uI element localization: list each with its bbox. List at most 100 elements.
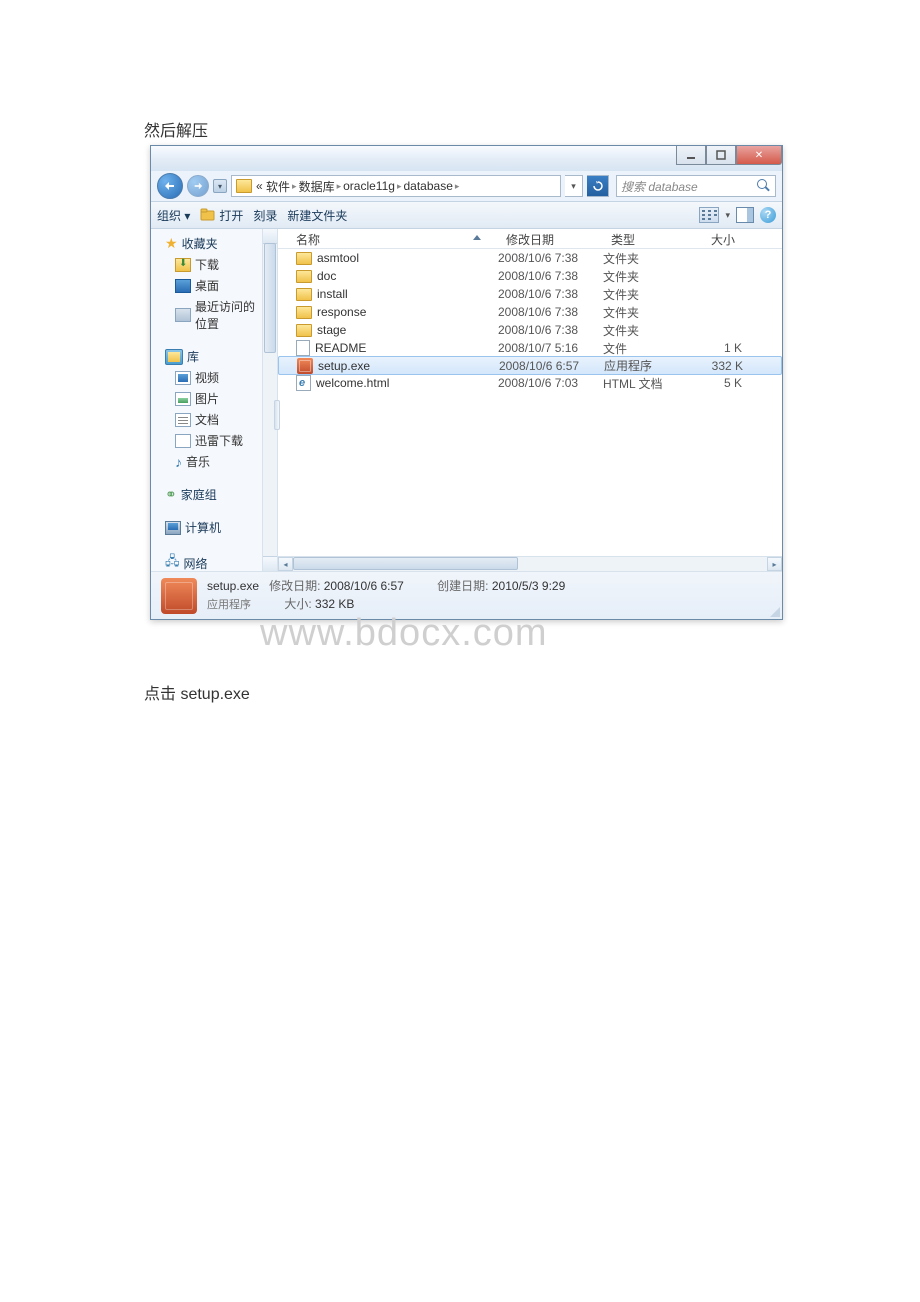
open-icon [200,207,216,223]
details-filename: setup.exe [207,579,259,593]
exe-icon [297,358,313,374]
back-button[interactable] [157,173,183,199]
html-icon [296,375,311,391]
column-size[interactable]: 大小 [695,229,750,248]
sidebar-favorites[interactable]: ★收藏夹 [165,233,261,254]
resize-grip[interactable] [768,605,780,617]
column-name[interactable]: 名称 [278,229,498,248]
bc-seg-chevron: « [256,179,263,193]
organize-button[interactable]: 组织 ▾ [157,207,190,224]
help-icon[interactable]: ? [760,207,776,223]
close-button[interactable]: ✕ [736,146,782,165]
file-type: HTML 文档 [603,375,695,392]
file-type: 文件 [603,340,695,357]
document-icon [175,413,191,427]
file-row[interactable]: welcome.html 2008/10/6 7:03 HTML 文档 5 K [278,374,782,392]
file-row[interactable]: setup.exe 2008/10/6 6:57 应用程序 332 K [278,356,782,375]
scrollbar-thumb[interactable] [264,243,276,353]
scroll-track[interactable] [293,557,767,571]
titlebar: ✕ [151,146,782,171]
file-type: 文件夹 [603,268,695,285]
bc-seg-oracle[interactable]: oracle11g [343,179,395,193]
library-icon [165,349,183,365]
file-type: 文件夹 [603,322,695,339]
newfolder-button[interactable]: 新建文件夹 [287,207,347,224]
sidebar-item-recent[interactable]: 最近访问的位置 [165,296,261,334]
breadcrumb[interactable]: « 软件 ▸ 数据库 ▸ oracle11g ▸ database ▸ [231,175,561,197]
maximize-button[interactable] [706,146,736,165]
column-date[interactable]: 修改日期 [498,229,603,248]
folder-icon [296,306,312,319]
sidebar-item-desktop[interactable]: 桌面 [165,275,261,296]
file-date: 2008/10/6 7:03 [498,376,603,390]
sidebar-item-music[interactable]: ♪音乐 [165,451,261,472]
file-size: 1 K [695,341,750,355]
file-size: 5 K [695,376,750,390]
folder-icon [296,324,312,337]
doc-text-below: 点击 setup.exe [144,680,250,704]
forward-button[interactable] [187,175,209,197]
file-row[interactable]: asmtool 2008/10/6 7:38 文件夹 [278,249,782,267]
horizontal-scrollbar[interactable]: ◂ ▸ [278,556,782,571]
sidebar-libraries[interactable]: 库 [165,346,261,367]
file-name: setup.exe [318,359,370,373]
search-input[interactable]: 搜索 database [616,175,776,197]
file-row[interactable]: install 2008/10/6 7:38 文件夹 [278,285,782,303]
sidebar-computer[interactable]: 计算机 [165,517,261,538]
column-headers: 名称 修改日期 类型 大小 [278,229,782,249]
details-mod-label: 修改日期: [269,579,320,593]
sidebar-item-pictures[interactable]: 图片 [165,388,261,409]
preview-pane-icon[interactable] [736,207,754,223]
details-size-label: 大小: [284,597,311,611]
search-placeholder: 搜索 database [621,178,698,195]
bc-sep: ▸ [397,181,402,192]
file-row[interactable]: response 2008/10/6 7:38 文件夹 [278,303,782,321]
video-icon [175,371,191,385]
bc-seg-software[interactable]: 软件 [266,178,290,195]
computer-icon [165,521,181,535]
bc-sep: ▸ [337,181,342,192]
address-row: ▾ « 软件 ▸ 数据库 ▸ oracle11g ▸ database ▸ ▾ … [151,171,782,201]
sidebar-item-documents[interactable]: 文档 [165,409,261,430]
desktop-icon [175,279,191,293]
bc-seg-db[interactable]: 数据库 [299,178,335,195]
view-icon[interactable] [699,207,719,223]
details-create-value: 2010/5/3 9:29 [492,579,565,593]
splitter-handle[interactable] [274,400,280,430]
details-filetype: 应用程序 [207,599,251,611]
toolbar: 组织 ▾ 打开 刻录 新建文件夹 ▾ ? [151,201,782,229]
refresh-button[interactable] [587,175,609,197]
explorer-window: ✕ ▾ « 软件 ▸ 数据库 ▸ oracle11g ▸ database ▸ … [150,145,783,620]
file-row[interactable]: stage 2008/10/6 7:38 文件夹 [278,321,782,339]
file-row[interactable]: doc 2008/10/6 7:38 文件夹 [278,267,782,285]
column-type[interactable]: 类型 [603,229,695,248]
breadcrumb-dropdown[interactable]: ▾ [565,175,583,197]
bc-sep: ▸ [292,181,297,192]
minimize-button[interactable] [676,146,706,165]
file-name: asmtool [317,251,359,265]
file-row[interactable]: README 2008/10/7 5:16 文件 1 K [278,339,782,357]
sidebar-item-downloads[interactable]: 下载 [165,254,261,275]
file-name: doc [317,269,336,283]
scroll-right-button[interactable]: ▸ [767,557,782,571]
view-dropdown[interactable]: ▾ [725,210,730,221]
nav-history-dropdown[interactable]: ▾ [213,179,227,193]
bc-seg-database[interactable]: database [403,179,452,193]
sidebar-network[interactable]: 🖧网络 [165,550,261,571]
sidebar-homegroup[interactable]: ⚭家庭组 [165,484,261,505]
window-controls: ✕ [676,146,782,165]
sidebar-item-xunlei[interactable]: 迅雷下载 [165,430,261,451]
burn-button[interactable]: 刻录 [253,207,277,224]
file-list: asmtool 2008/10/6 7:38 文件夹 doc 2008/10/6… [278,249,782,392]
network-icon: 🖧 [165,552,180,571]
folder-icon [296,252,312,265]
folder-icon [296,270,312,283]
open-button[interactable]: 打开 [200,207,243,224]
details-create-label: 创建日期: [437,579,488,593]
xunlei-icon [175,434,191,448]
scrollbar-thumb[interactable] [293,557,518,570]
file-type: 文件夹 [603,286,695,303]
file-name: README [315,341,366,355]
sidebar-item-video[interactable]: 视频 [165,367,261,388]
scroll-left-button[interactable]: ◂ [278,557,293,571]
